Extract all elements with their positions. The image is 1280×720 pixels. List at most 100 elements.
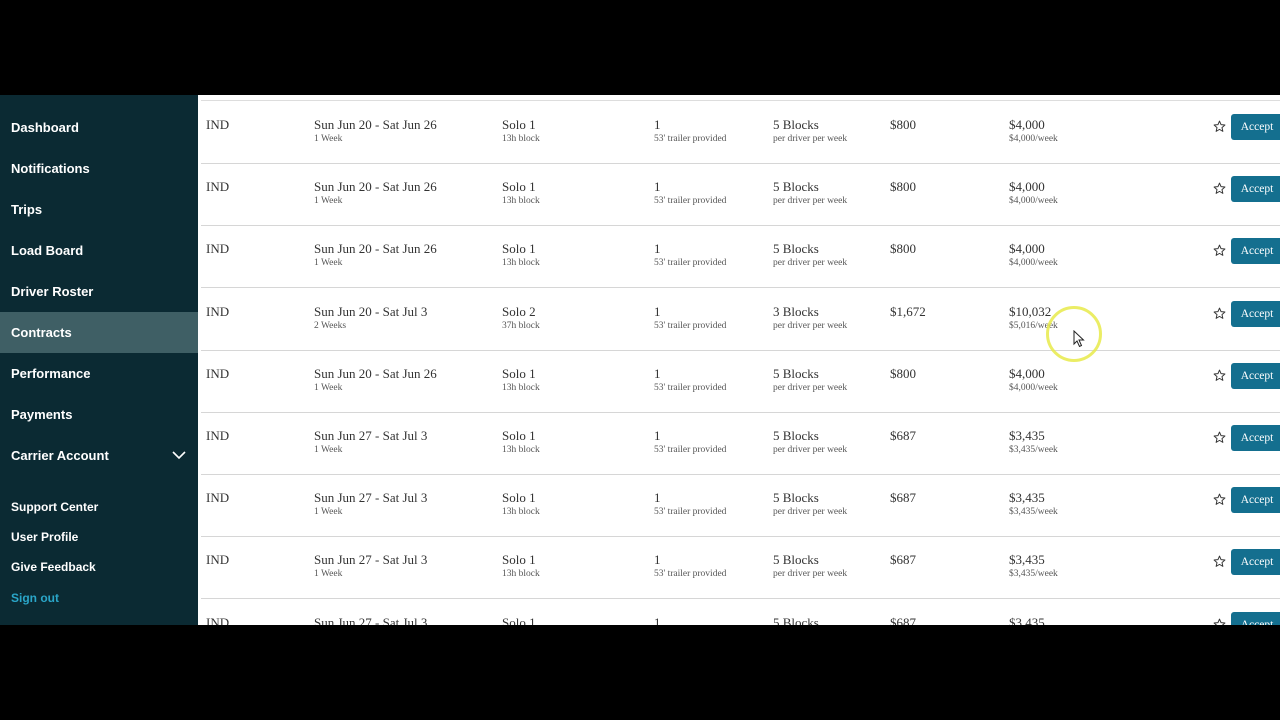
solo-type-cell-primary: Solo 1 [502, 179, 536, 195]
trailer-cell: 153' trailer provided [654, 366, 726, 395]
total-cell-primary: $4,000 [1009, 241, 1045, 257]
sidebar-item-label: Dashboard [11, 120, 79, 135]
blocks-cell-secondary: per driver per week [773, 134, 848, 144]
solo-type-cell: Solo 113h block [502, 241, 540, 270]
total-cell: $3,435$3,435/week [1009, 552, 1058, 581]
blocks-cell: 5 Blocksper driver per week [773, 428, 847, 457]
date-range-cell: Sun Jun 27 - Sat Jul 31 Week [314, 428, 427, 457]
sidebar-item-driver-roster[interactable]: Driver Roster [0, 271, 198, 312]
accept-button[interactable]: Accept [1231, 176, 1280, 203]
star-icon[interactable] [1213, 244, 1226, 257]
trailer-cell-primary: 1 [654, 552, 661, 568]
solo-type-cell: Solo 113h block [502, 179, 540, 208]
date-range-cell-primary: Sun Jun 20 - Sat Jun 26 [314, 117, 437, 132]
give-feedback-link[interactable]: Give Feedback [11, 560, 96, 574]
solo-type-cell-secondary: 13h block [502, 569, 540, 580]
star-icon[interactable] [1213, 307, 1226, 320]
accept-button[interactable]: Accept [1231, 487, 1280, 514]
date-range-cell: Sun Jun 20 - Sat Jun 26 1 Week [314, 241, 437, 270]
total-cell-primary: $3,435 [1009, 614, 1045, 625]
rate-cell-primary: $800 [890, 241, 916, 257]
date-range-cell-primary: Sun Jun 20 - Sat Jul 3 [314, 303, 428, 319]
date-range-cell: Sun Jun 27 - Sat Jul 31 Week [314, 615, 427, 625]
rate-cell: $800 [890, 117, 916, 132]
support-center-link[interactable]: Support Center [11, 500, 98, 514]
rate-cell: $687 [890, 428, 916, 443]
location-cell: IND [206, 241, 229, 256]
trailer-cell-primary: 1 [654, 117, 661, 132]
sidebar-item-payments[interactable]: Payments [0, 394, 198, 435]
accept-button[interactable]: Accept [1231, 300, 1280, 327]
sidebar-item-label: Load Board [11, 243, 84, 258]
sidebar-item-label: Payments [11, 407, 73, 422]
sidebar-item-carrier-account[interactable]: Carrier Account [0, 435, 198, 476]
sidebar-item-trips[interactable]: Trips [0, 189, 198, 230]
sidebar-item-performance[interactable]: Performance [0, 353, 198, 394]
accept-button[interactable]: Accept [1231, 425, 1280, 451]
trailer-cell-secondary: 53' trailer provided [654, 196, 727, 207]
date-range-cell: Sun Jun 20 - Sat Jun 26 1 Week [314, 117, 437, 146]
rate-cell-primary: $800 [890, 117, 916, 132]
star-icon[interactable] [1213, 182, 1226, 195]
total-cell: $4,000 $4,000/week [1009, 241, 1058, 270]
total-cell-primary: $4,000 [1009, 179, 1045, 195]
blocks-cell: 5 Blocksper driver per week [773, 366, 847, 395]
total-cell-secondary: $4,000/week [1009, 258, 1058, 269]
rate-cell: $800 [890, 179, 916, 194]
trailer-cell-secondary: 53' trailer provided [654, 569, 727, 580]
star-icon[interactable] [1213, 555, 1226, 568]
sidebar-item-label: Carrier Account [11, 448, 109, 463]
star-icon[interactable] [1213, 493, 1226, 506]
date-range-cell-primary: Sun Jun 20 - Sat Jun 26 [314, 179, 437, 195]
date-range-cell-secondary: 1 Week [314, 134, 343, 144]
total-cell: $4,000 $4,000/week [1009, 179, 1058, 208]
date-range-cell-secondary: 1 Week [314, 569, 343, 580]
rate-cell: $800 [890, 366, 916, 381]
trailer-cell-secondary: 53' trailer provided [654, 134, 727, 144]
rate-cell: $1,672 [890, 304, 926, 319]
table-row: IND Sun Jun 20 - Sat Jun 26 1 Week Solo 1 13… [201, 101, 1280, 164]
accept-button[interactable]: Accept [1231, 114, 1280, 140]
sidebar-item-dashboard[interactable]: Dashboard [0, 107, 198, 148]
sidebar-item-load-board[interactable]: Load Board [0, 230, 198, 271]
blocks-cell: 3 Blocks per driver per week [773, 304, 847, 333]
total-cell: $4,000 $4,000/week [1009, 366, 1058, 395]
trailer-cell: 153' trailer provided [654, 179, 726, 208]
accept-button[interactable]: Accept [1231, 549, 1280, 576]
accept-button[interactable]: Accept [1231, 611, 1280, 625]
trailer-cell-primary: 1 [654, 241, 661, 257]
solo-type-cell-secondary: 13h block [502, 507, 540, 518]
date-range-cell-secondary: 1 Week [314, 382, 343, 393]
location-cell: IND [206, 304, 229, 319]
chevron-down-icon[interactable] [172, 448, 186, 462]
table-row: IND Sun Jun 20 - Sat Jun 26 1 Week Solo 1 13… [201, 225, 1280, 289]
sidebar-item-label: Driver Roster [11, 284, 94, 299]
date-range-cell-primary: Sun Jun 27 - Sat Jul 3 [314, 614, 428, 625]
star-icon[interactable] [1213, 120, 1226, 133]
accept-button[interactable]: Accept [1231, 362, 1280, 389]
date-range-cell-primary: Sun Jun 27 - Sat Jul 3 [314, 428, 428, 443]
sidebar-item-label: Notifications [11, 161, 90, 176]
location-cell: IND [206, 179, 229, 194]
sidebar-item-contracts[interactable]: Contracts [0, 312, 198, 353]
accept-button[interactable]: Accept [1231, 238, 1280, 265]
solo-type-cell-primary: Solo 1 [502, 428, 536, 443]
rate-cell-primary: $687 [890, 428, 916, 443]
sidebar-item-notifications[interactable]: Notifications [0, 148, 198, 189]
star-icon[interactable] [1213, 431, 1226, 444]
table-row: IND Sun Jun 20 - Sat Jun 26 1 Week Solo 1 13… [201, 163, 1280, 227]
solo-type-cell-primary: Solo 1 [502, 241, 536, 257]
total-cell-primary: $4,000 [1009, 117, 1045, 132]
solo-type-cell-secondary: 13h block [502, 196, 540, 207]
rate-cell-primary: $687 [890, 490, 916, 506]
sign-out-link[interactable]: Sign out [11, 591, 59, 605]
trailer-cell: 153' trailer provided [654, 304, 726, 333]
blocks-cell-primary: 5 Blocks [773, 117, 819, 132]
total-cell-secondary: $4,000/week [1009, 382, 1058, 393]
date-range-cell-primary: Sun Jun 20 - Sat Jun 26 [314, 365, 437, 381]
star-icon[interactable] [1213, 618, 1226, 625]
user-profile-link[interactable]: User Profile [11, 530, 78, 544]
star-icon[interactable] [1213, 369, 1226, 382]
table-row: IND Sun Jun 27 - Sat Jul 31 Week Solo 113h… [201, 474, 1280, 538]
total-cell: $3,435$3,435/week [1009, 615, 1058, 625]
